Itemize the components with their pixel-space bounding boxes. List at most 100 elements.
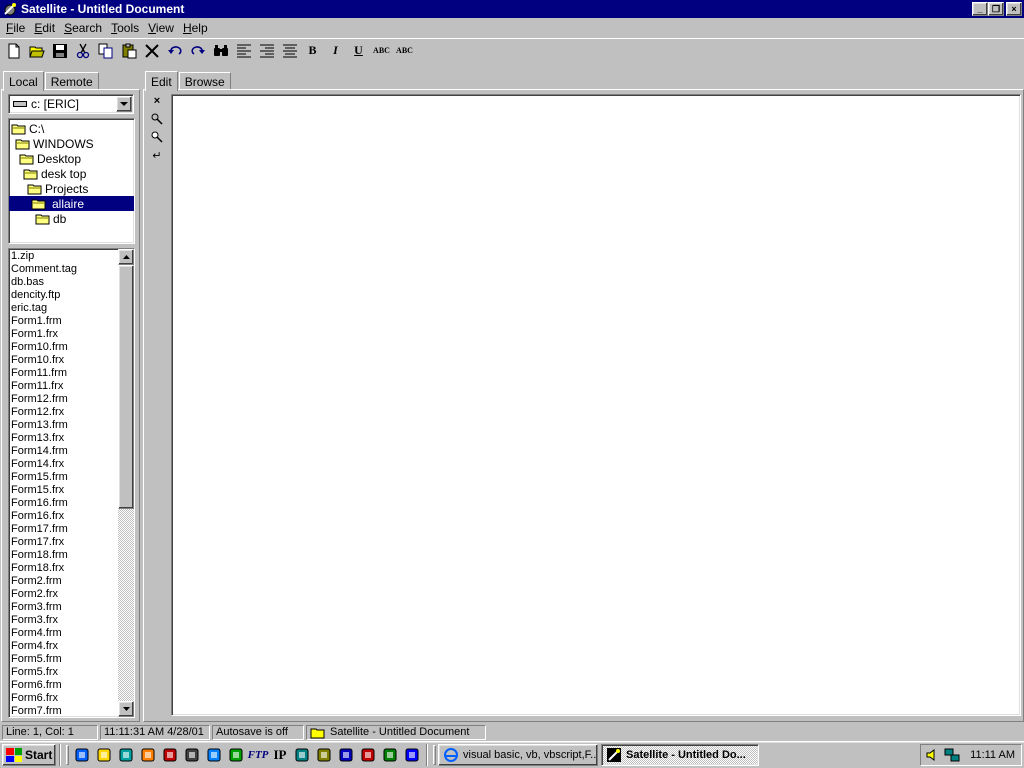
save-button[interactable] bbox=[48, 40, 71, 62]
file-item[interactable]: Form17.frx bbox=[11, 536, 115, 549]
file-item[interactable]: Form16.frx bbox=[11, 510, 115, 523]
file-item[interactable]: Form5.frm bbox=[11, 653, 115, 666]
file-item[interactable]: Form15.frm bbox=[11, 471, 115, 484]
folder-item[interactable]: desk top bbox=[9, 166, 134, 181]
menu-view[interactable]: View bbox=[144, 21, 179, 35]
start-button[interactable]: Start bbox=[2, 744, 56, 766]
spellcheck-button[interactable]: ABC bbox=[370, 40, 393, 62]
ie-launch-button[interactable] bbox=[71, 744, 93, 766]
file-item[interactable]: Form14.frx bbox=[11, 458, 115, 471]
align-right-button[interactable] bbox=[255, 40, 278, 62]
copy-button[interactable] bbox=[94, 40, 117, 62]
scroll-up-button[interactable] bbox=[118, 249, 134, 265]
file-item[interactable]: Form10.frm bbox=[11, 341, 115, 354]
close-button[interactable]: × bbox=[1006, 2, 1022, 16]
file-item[interactable]: Form6.frx bbox=[11, 692, 115, 705]
ftp-launch-button[interactable]: FTP bbox=[247, 744, 269, 766]
spellcheck-all-button[interactable]: ABC bbox=[393, 40, 416, 62]
undo-button[interactable] bbox=[163, 40, 186, 62]
frontpage-launch-button[interactable] bbox=[115, 744, 137, 766]
scan-launch-button[interactable] bbox=[313, 744, 335, 766]
new-button[interactable] bbox=[2, 40, 25, 62]
scroll-down-button[interactable] bbox=[118, 701, 134, 717]
menu-edit[interactable]: Edit bbox=[30, 21, 60, 35]
file-item[interactable]: Form13.frx bbox=[11, 432, 115, 445]
file-item[interactable]: Form5.frx bbox=[11, 666, 115, 679]
restore-button[interactable]: ❐ bbox=[988, 2, 1004, 16]
scroll-thumb[interactable] bbox=[118, 265, 134, 509]
file-item[interactable]: Form12.frm bbox=[11, 393, 115, 406]
find-button[interactable] bbox=[209, 40, 232, 62]
globe-launch-button[interactable] bbox=[203, 744, 225, 766]
tag-edit-button[interactable] bbox=[149, 128, 165, 146]
network-launch-button[interactable] bbox=[291, 744, 313, 766]
file-item[interactable]: Form11.frx bbox=[11, 380, 115, 393]
settings-launch-button[interactable] bbox=[225, 744, 247, 766]
pencil-launch-button[interactable] bbox=[159, 744, 181, 766]
clock[interactable]: 11:11 AM bbox=[970, 749, 1015, 761]
file-item[interactable]: Form17.frm bbox=[11, 523, 115, 536]
file-item[interactable]: Form18.frx bbox=[11, 562, 115, 575]
folder-item[interactable]: allaire bbox=[9, 196, 134, 211]
tab-local[interactable]: Local bbox=[3, 71, 44, 91]
folder-item[interactable]: Desktop bbox=[9, 151, 134, 166]
volume-icon[interactable] bbox=[925, 747, 941, 763]
close-tag-button[interactable]: × bbox=[149, 92, 165, 110]
file-item[interactable]: Comment.tag bbox=[11, 263, 115, 276]
file-item[interactable]: eric.tag bbox=[11, 302, 115, 315]
cut-button[interactable] bbox=[71, 40, 94, 62]
file-item[interactable]: Form3.frx bbox=[11, 614, 115, 627]
wrap-button[interactable]: ↵ bbox=[149, 146, 165, 164]
task-satellite[interactable]: Satellite - Untitled Do... bbox=[601, 744, 759, 766]
paste-button[interactable] bbox=[117, 40, 140, 62]
file-item[interactable]: Form16.frm bbox=[11, 497, 115, 510]
title-bar[interactable]: Satellite - Untitled Document _ ❐ × bbox=[0, 0, 1024, 18]
ip-launch-button[interactable]: IP bbox=[269, 744, 291, 766]
file-item[interactable]: Form7.frm bbox=[11, 705, 115, 717]
align-center-button[interactable] bbox=[278, 40, 301, 62]
editor-textarea[interactable] bbox=[171, 94, 1021, 716]
align-left-button[interactable] bbox=[232, 40, 255, 62]
underline-button[interactable]: U bbox=[347, 40, 370, 62]
tag-button[interactable] bbox=[149, 110, 165, 128]
file-item[interactable]: Form3.frm bbox=[11, 601, 115, 614]
tab-remote[interactable]: Remote bbox=[44, 72, 99, 90]
drive-select[interactable]: c: [ERIC] bbox=[8, 94, 134, 114]
menu-tools[interactable]: Tools bbox=[107, 21, 144, 35]
outlook-launch-button[interactable] bbox=[93, 744, 115, 766]
folder-tree[interactable]: C:\ WINDOWS Desktop desk top Projects allaire… bbox=[8, 118, 135, 244]
delete-button[interactable] bbox=[140, 40, 163, 62]
task-visual-basic[interactable]: visual basic, vb, vbscript,F... bbox=[438, 744, 598, 766]
folder-item[interactable]: db bbox=[9, 211, 134, 226]
dropdown-button[interactable] bbox=[116, 96, 132, 112]
file-item[interactable]: Form1.frm bbox=[11, 315, 115, 328]
file-list-scrollbar[interactable] bbox=[118, 249, 134, 717]
satellite-app-icon[interactable] bbox=[3, 2, 17, 16]
bold-button[interactable]: B bbox=[301, 40, 324, 62]
dialup-launch-button[interactable] bbox=[335, 744, 357, 766]
file-item[interactable]: Form13.frm bbox=[11, 419, 115, 432]
file-item[interactable]: Form2.frx bbox=[11, 588, 115, 601]
acrobat-launch-button[interactable] bbox=[357, 744, 379, 766]
file-item[interactable]: Form4.frx bbox=[11, 640, 115, 653]
menu-file[interactable]: File bbox=[2, 21, 30, 35]
file-item[interactable]: Form11.frm bbox=[11, 367, 115, 380]
minimize-button[interactable]: _ bbox=[972, 2, 988, 16]
network-icon[interactable] bbox=[944, 747, 960, 763]
redo-button[interactable] bbox=[186, 40, 209, 62]
file-item[interactable]: Form15.frx bbox=[11, 484, 115, 497]
excel-launch-button[interactable] bbox=[379, 744, 401, 766]
folder-item[interactable]: WINDOWS bbox=[9, 136, 134, 151]
file-item[interactable]: Form18.frm bbox=[11, 549, 115, 562]
open-button[interactable] bbox=[25, 40, 48, 62]
winamp-launch-button[interactable] bbox=[137, 744, 159, 766]
file-item[interactable]: Form12.frx bbox=[11, 406, 115, 419]
folder-item[interactable]: C:\ bbox=[9, 121, 134, 136]
file-item[interactable]: Form2.frm bbox=[11, 575, 115, 588]
folder-item[interactable]: Projects bbox=[9, 181, 134, 196]
tab-browse[interactable]: Browse bbox=[178, 72, 231, 90]
file-item[interactable]: 1.zip bbox=[11, 250, 115, 263]
file-item[interactable]: Form4.frm bbox=[11, 627, 115, 640]
messenger-launch-button[interactable] bbox=[401, 744, 423, 766]
file-item[interactable]: Form1.frx bbox=[11, 328, 115, 341]
